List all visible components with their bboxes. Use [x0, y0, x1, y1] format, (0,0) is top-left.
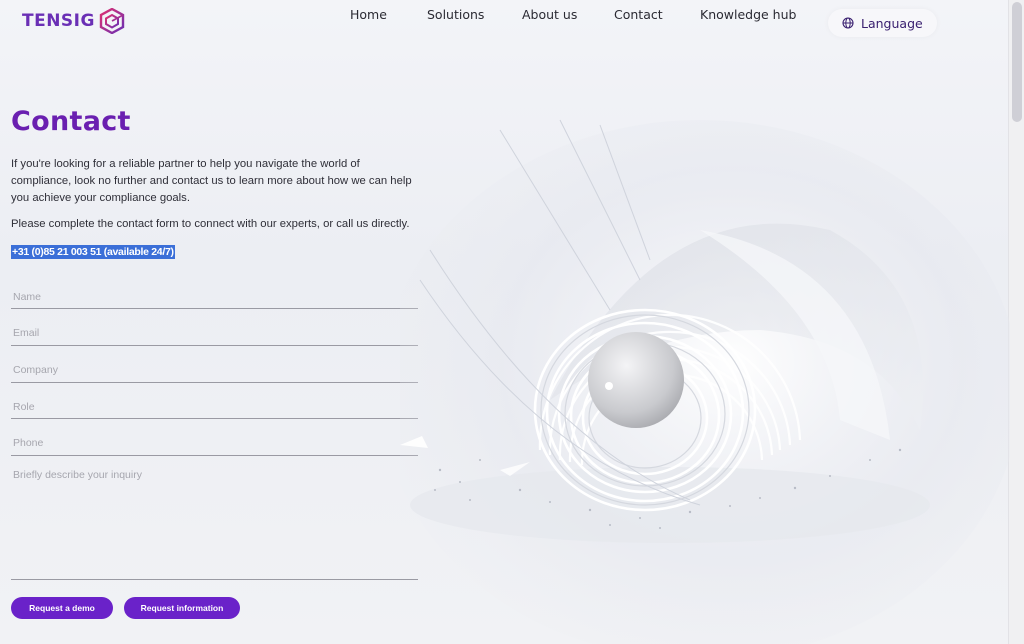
globe-icon	[842, 17, 854, 29]
name-field[interactable]	[11, 291, 420, 303]
nav-about-us[interactable]: About us	[522, 7, 577, 22]
request-information-button[interactable]: Request information	[124, 597, 240, 619]
request-demo-button[interactable]: Request a demo	[11, 597, 113, 619]
company-field-wrapper	[11, 360, 420, 383]
scrollbar[interactable]	[1008, 0, 1024, 644]
phone-field-wrapper	[11, 433, 420, 456]
language-button[interactable]: Language	[828, 9, 937, 37]
logo-text: TENSIG	[22, 11, 95, 31]
nav-home[interactable]: Home	[350, 7, 387, 22]
nav-knowledge-hub[interactable]: Knowledge hub	[700, 7, 796, 22]
company-field[interactable]	[11, 364, 420, 376]
language-label: Language	[861, 15, 923, 31]
scrollbar-thumb[interactable]	[1012, 2, 1022, 122]
intro-text-2: Please complete the contact form to conn…	[11, 218, 410, 230]
phone-number-link[interactable]: +31 (0)85 21 003 51 (available 24/7)	[11, 245, 175, 259]
phone-field[interactable]	[11, 437, 420, 449]
page-title: Contact	[11, 106, 131, 137]
email-field[interactable]	[11, 327, 420, 339]
inquiry-textarea[interactable]	[11, 469, 420, 569]
nav-contact[interactable]: Contact	[614, 7, 663, 22]
role-field-wrapper	[11, 397, 420, 419]
logo-mark-icon	[99, 8, 125, 34]
inquiry-field-wrapper	[11, 469, 420, 580]
intro-text: If you're looking for a reliable partner…	[11, 158, 412, 204]
decorative-sphere-illustration	[400, 119, 1010, 644]
role-field[interactable]	[11, 401, 420, 413]
site-header: TENSIG Home Solutions About us Contact K…	[0, 0, 1009, 46]
nav-solutions[interactable]: Solutions	[427, 7, 484, 22]
logo[interactable]: TENSIG	[22, 8, 125, 34]
name-field-wrapper	[11, 287, 420, 309]
email-field-wrapper	[11, 323, 420, 346]
